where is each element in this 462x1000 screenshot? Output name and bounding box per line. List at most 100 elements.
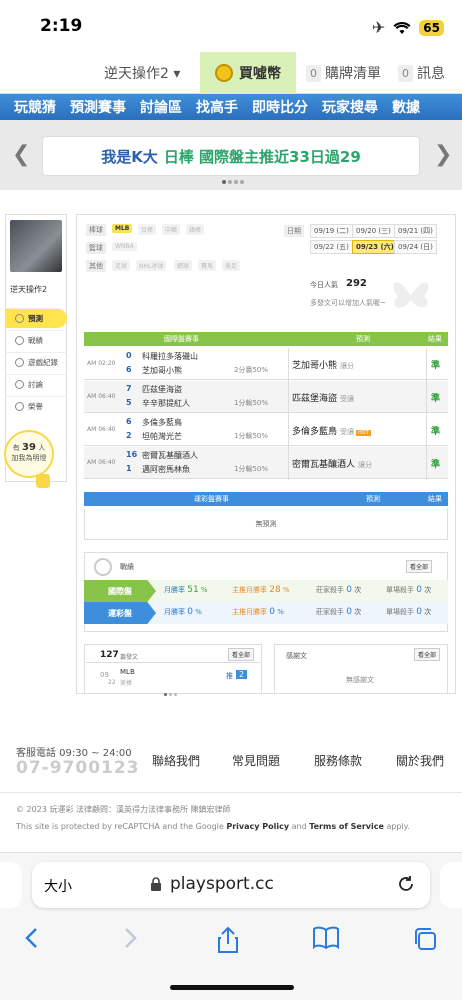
url-text[interactable]: playsport.cc	[170, 874, 274, 894]
share-icon[interactable]	[216, 926, 240, 954]
popularity-label: 今日人氣	[310, 281, 338, 289]
date-0924[interactable]: 09/24 (日)	[394, 240, 437, 254]
status-time: 2:19	[40, 16, 83, 36]
table-row[interactable]: AM 06:40 7 匹茲堡海盜 5 辛辛那提紅人 1分輸50% 匹茲堡海盜 受讓…	[84, 381, 448, 413]
messages-link[interactable]: 0 訊息	[398, 52, 445, 94]
pick-team: 密爾瓦基釀酒人	[292, 460, 356, 470]
table-row[interactable]: AM 02:20 0 科羅拉多落磯山 6 芝加哥小熊 2分贏50% 芝加哥小熊讓…	[84, 348, 448, 380]
posts-count: 127	[100, 650, 119, 660]
date-0922[interactable]: 09/22 (五)	[310, 240, 353, 254]
lightbulb-icon	[36, 474, 50, 488]
sidebar-item-history[interactable]: 遊戲紀錄	[5, 352, 67, 372]
date-0923[interactable]: 09/23 (六)	[352, 240, 398, 254]
nav-item-predict[interactable]: 預測賽事	[70, 97, 126, 117]
username-dropdown[interactable]: 逆天操作2 ▾	[104, 52, 180, 94]
sidebar-item-record[interactable]: 戰績	[5, 330, 67, 350]
filter-nhl[interactable]: NHL冰球	[136, 260, 167, 271]
fans-prefix: 有	[12, 444, 20, 452]
post-title[interactable]: 美棒	[120, 678, 132, 687]
nav-item-experts[interactable]: 找高手	[196, 97, 238, 117]
user-bar: 逆天操作2 ▾ 買噓幣 0 購牌清單 0 訊息	[0, 52, 462, 94]
date-0920[interactable]: 09/20 (三)	[352, 224, 395, 238]
odds: 1分輸50%	[234, 399, 269, 407]
tw-single-value: 0	[416, 607, 422, 617]
footer-link-about[interactable]: 關於我們	[396, 752, 444, 769]
divider	[426, 348, 427, 480]
odds: 2分贏50%	[234, 366, 269, 374]
banner-next-icon[interactable]: ❯	[434, 142, 452, 167]
intl-single: 單場殺手 0 次	[386, 585, 431, 595]
next-tab-edge[interactable]	[440, 862, 462, 908]
banner-pager	[222, 180, 244, 184]
nav-item-data[interactable]: 數據	[392, 97, 420, 117]
fans-lightbulb[interactable]: 有 39 人 加我為明燈	[4, 430, 54, 478]
date-0919[interactable]: 09/19 (二)	[310, 224, 353, 238]
footer-link-faq[interactable]: 常見問題	[232, 752, 280, 769]
filter-wnba[interactable]: WNBA	[112, 242, 137, 251]
tw-header-game: 運彩盤賽事	[194, 495, 229, 503]
footer-link-terms[interactable]: 服務條款	[314, 752, 362, 769]
text-size-button[interactable]: 大小	[44, 876, 72, 896]
filter-horse[interactable]: 賽馬	[198, 260, 217, 271]
filter-npb[interactable]: 日棒	[138, 224, 157, 235]
sidebar-item-label: 遊戲紀錄	[28, 358, 58, 367]
game-time: AM 02:20	[87, 360, 116, 367]
home-score: 5	[126, 398, 132, 407]
avatar[interactable]	[10, 220, 62, 272]
bookmarks-icon[interactable]	[312, 926, 340, 950]
forward-icon[interactable]	[120, 926, 140, 950]
filter-kbo[interactable]: 韓棒	[186, 224, 205, 235]
footer-link-contact[interactable]: 聯絡我們	[152, 752, 200, 769]
reload-icon[interactable]	[396, 874, 416, 894]
terms-link[interactable]: Terms of Service	[309, 822, 384, 831]
back-icon[interactable]	[22, 926, 42, 950]
filter-tennis[interactable]: 網球	[174, 260, 193, 271]
filter-soccer[interactable]: 足球	[112, 260, 131, 271]
push-label: 推	[226, 672, 233, 680]
tw-streak: 莊家殺手 0 次	[316, 607, 361, 617]
banner-prev-icon[interactable]: ❮	[12, 142, 30, 167]
tw-empty: 無預測	[84, 508, 448, 540]
and-text: and	[289, 822, 310, 831]
promo-banner[interactable]: 我是K大 日棒 國際盤主推近33日過29	[42, 136, 420, 176]
cart-link[interactable]: 0 購牌清單	[306, 52, 381, 94]
sidebar-item-discuss[interactable]: 討論	[5, 374, 67, 394]
filter-nfl[interactable]: 美足	[222, 260, 241, 271]
game-time: AM 06:40	[87, 393, 116, 400]
sidebar-item-label: 戰績	[28, 336, 43, 345]
pick-side: 讓分	[340, 362, 355, 370]
filter-mlb[interactable]: MLB	[112, 224, 133, 233]
date-0921[interactable]: 09/21 (四)	[394, 224, 437, 238]
away-team: 科羅拉多落磯山	[142, 352, 198, 361]
result: 準	[431, 361, 441, 371]
table-row[interactable]: AM 06:40 6 多倫多藍鳥 2 坦帕灣光芒 1分輸50% 多倫多藍鳥 受讓 H…	[84, 414, 448, 446]
unit: 次	[354, 586, 362, 594]
target-icon	[15, 314, 24, 323]
posts-all-button[interactable]: 看全部	[228, 648, 255, 661]
service-phone[interactable]: 07-9700123	[16, 758, 140, 778]
nav-item-forum[interactable]: 討論區	[140, 97, 182, 117]
filter-label-baseball: 棒球	[86, 224, 106, 236]
push-count: 2	[236, 670, 248, 679]
thanks-all-button[interactable]: 看全部	[414, 648, 441, 661]
sidebar-item-honor[interactable]: 榮譽	[5, 396, 67, 416]
nav-item-player-search[interactable]: 玩家搜尋	[322, 97, 378, 117]
privacy-link[interactable]: Privacy Policy	[226, 822, 289, 831]
nav-item-guess[interactable]: 玩競猜	[14, 97, 56, 117]
buy-coins-button[interactable]: 買噓幣	[200, 52, 296, 94]
tw-streak-label: 莊家殺手	[316, 608, 344, 616]
table-row[interactable]: AM 06:40 16 密爾瓦基釀酒人 1 邁阿密馬林魚 1分輸50% 密爾瓦基…	[84, 447, 448, 479]
record-all-button[interactable]: 看全部	[406, 560, 433, 573]
prev-tab-edge[interactable]	[0, 862, 22, 908]
pick-side: 讓分	[358, 461, 373, 469]
away-team: 密爾瓦基釀酒人	[142, 451, 198, 460]
away-score: 0	[126, 351, 132, 360]
tw-badge: 運彩盤	[84, 602, 156, 624]
filter-cpbl[interactable]: 中職	[162, 224, 181, 235]
banner-text-b: 日棒 國際盤主推近33日過29	[163, 147, 361, 166]
nav-item-livescore[interactable]: 即時比分	[252, 97, 308, 117]
sidebar-item-predict[interactable]: 預測	[5, 308, 67, 328]
tabs-icon[interactable]	[412, 926, 438, 952]
odds: 1分輸50%	[234, 432, 269, 440]
pick: 匹茲堡海盜 受讓	[292, 391, 354, 404]
